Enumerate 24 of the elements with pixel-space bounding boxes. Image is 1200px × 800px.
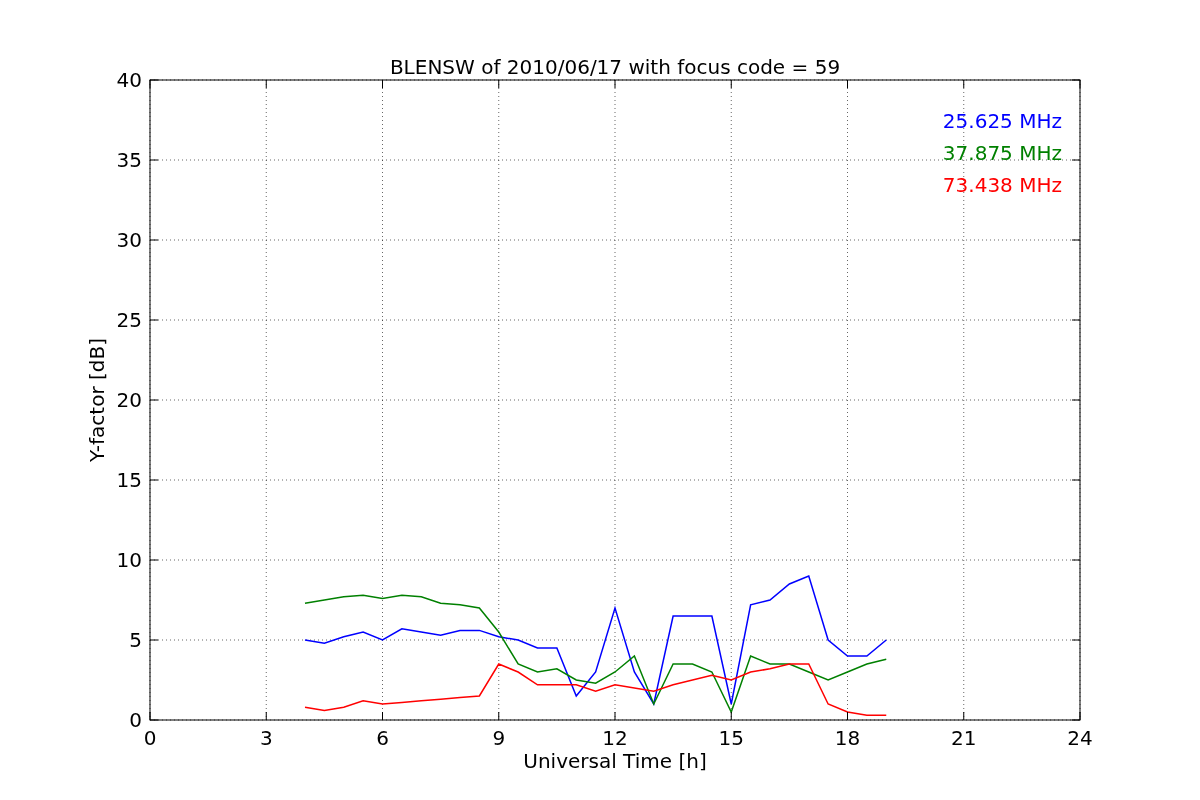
tick-label: 15 <box>718 726 744 750</box>
tick-label: 9 <box>492 726 506 750</box>
x-axis-label: Universal Time [h] <box>523 749 707 773</box>
tick-label: 21 <box>951 726 977 750</box>
tick-label: 30 <box>116 228 142 252</box>
legend-label: 37.875 MHz <box>942 141 1062 165</box>
tick-label: 12 <box>602 726 628 750</box>
tick-label: 35 <box>116 148 142 172</box>
tick-label: 0 <box>143 726 157 750</box>
tick-label: 25 <box>116 308 142 332</box>
tick-label: 15 <box>116 468 142 492</box>
tick-label: 10 <box>116 548 142 572</box>
tick-label: 20 <box>116 388 142 412</box>
legend-label: 25.625 MHz <box>942 109 1062 133</box>
tick-label: 24 <box>1067 726 1093 750</box>
tick-label: 6 <box>376 726 389 750</box>
tick-label: 0 <box>129 708 142 732</box>
y-axis-label: Y-factor [dB] <box>85 338 109 462</box>
tick-label: 40 <box>116 68 142 92</box>
tick-label: 3 <box>259 726 273 750</box>
chart-title: BLENSW of 2010/06/17 with focus code = 59 <box>389 55 841 79</box>
tick-label: 5 <box>129 628 142 652</box>
legend-label: 73.438 MHz <box>942 173 1062 197</box>
tick-label: 18 <box>834 726 861 750</box>
